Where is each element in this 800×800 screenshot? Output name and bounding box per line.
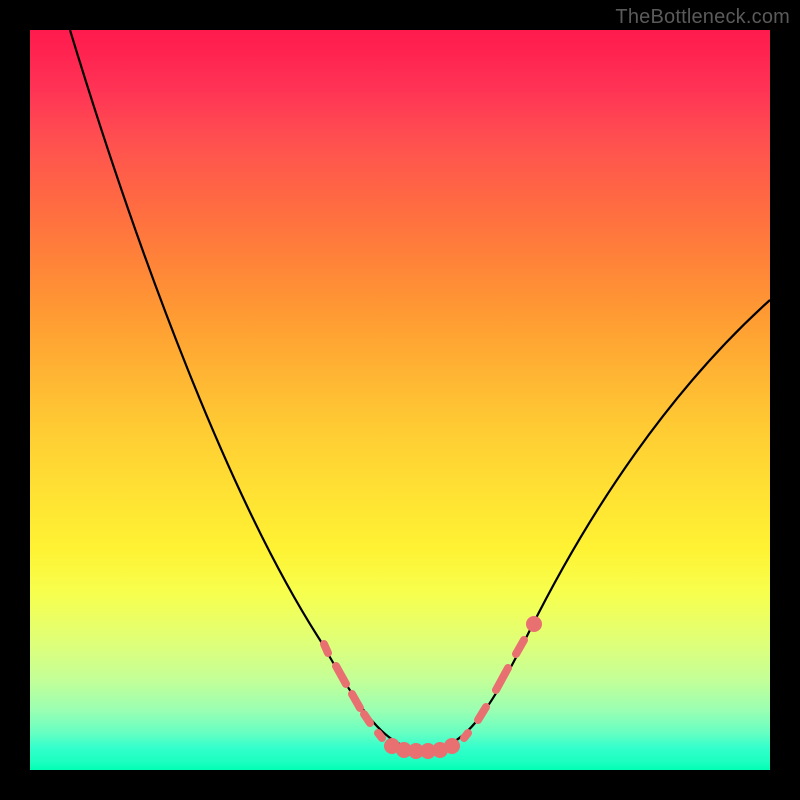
watermark-text: TheBottleneck.com [615,6,790,29]
chart-svg [30,30,770,770]
optimal-range-markers [324,620,538,755]
chart-plot-area [30,30,770,770]
bottleneck-curve [70,30,770,750]
